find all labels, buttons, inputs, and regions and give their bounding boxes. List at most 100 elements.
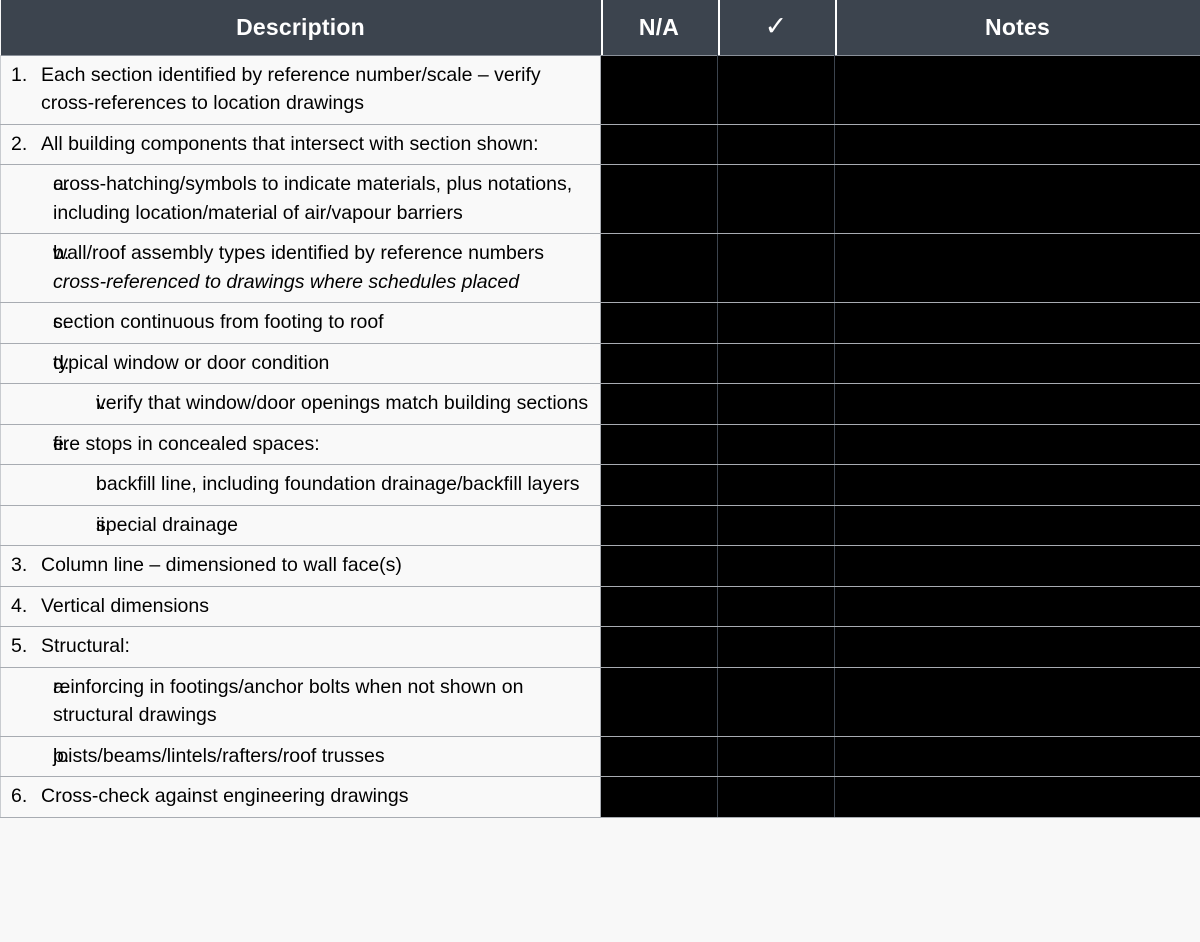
column-header-description[interactable]: Description [0, 0, 601, 55]
item-marker: 3. [11, 554, 28, 576]
cell-notes[interactable] [834, 464, 1200, 506]
item-text-plain: fire stops in concealed spaces: [53, 432, 320, 455]
cell-na[interactable] [600, 302, 718, 344]
item-text-plain: reinforcing in footings/anchor bolts whe… [53, 675, 524, 727]
item-text-plain: joists/beams/lintels/rafters/roof trusse… [53, 744, 385, 767]
item-text: Cross-check against engineering drawings [41, 782, 592, 811]
cell-check[interactable] [717, 343, 835, 384]
cell-notes[interactable] [834, 343, 1200, 384]
cell-na[interactable] [600, 424, 718, 465]
cell-notes[interactable] [834, 54, 1200, 125]
table-row: i. backfill line, including foundation dr… [0, 464, 1200, 506]
cell-notes[interactable] [834, 586, 1200, 627]
item-marker: 6. [11, 785, 28, 807]
item-text-plain: Structural: [41, 635, 130, 657]
checklist-item: 6. Cross-check against engineering drawin… [1, 782, 592, 811]
cell-check[interactable] [717, 626, 835, 668]
cell-check[interactable] [717, 776, 835, 818]
cell-check[interactable] [717, 667, 835, 737]
checklist-item: b. wall/roof assembly types identified by… [1, 239, 592, 296]
cell-check[interactable] [717, 233, 835, 303]
cell-check[interactable] [717, 424, 835, 465]
table-row: b. wall/roof assembly types identified by… [0, 233, 1200, 303]
cell-check[interactable] [717, 545, 835, 587]
item-text-emphasis: cross-referenced to drawings where sched… [53, 270, 520, 293]
checklist-item: i. backfill line, including foundation dr… [1, 470, 592, 499]
table-row: a. cross-hatching/symbols to indicate mat… [0, 164, 1200, 234]
table-body: 1. Each section identified by reference n… [0, 54, 1200, 818]
cell-check[interactable] [717, 302, 835, 344]
item-marker: a. [53, 173, 70, 195]
cell-check[interactable] [717, 505, 835, 546]
cell-check[interactable] [717, 164, 835, 234]
cell-na[interactable] [600, 667, 718, 737]
column-header-checkmark[interactable]: ✓ [717, 0, 835, 55]
cell-na[interactable] [600, 776, 718, 818]
table-row: d. typical window or door condition [0, 343, 1200, 384]
item-marker: ii. [96, 513, 111, 536]
cell-description: a. reinforcing in footings/anchor bolts w… [0, 667, 601, 737]
cell-description: i. verify that window/door openings match… [0, 383, 601, 425]
cell-notes[interactable] [834, 736, 1200, 777]
cell-description: a. cross-hatching/symbols to indicate mat… [0, 164, 601, 234]
table-row: a. reinforcing in footings/anchor bolts w… [0, 667, 1200, 737]
cell-description: d. typical window or door condition [0, 343, 601, 384]
cell-na[interactable] [600, 54, 718, 125]
item-text-plain: special drainage [96, 513, 239, 536]
cell-description: e. fire stops in concealed spaces: [0, 424, 601, 465]
cell-notes[interactable] [834, 302, 1200, 344]
cell-description: c. section continuous from footing to roo… [0, 302, 601, 344]
cell-na[interactable] [600, 233, 718, 303]
cell-notes[interactable] [834, 233, 1200, 303]
cell-notes[interactable] [834, 383, 1200, 425]
item-marker: c. [53, 311, 69, 333]
item-text: typical window or door condition [53, 349, 592, 378]
cell-notes[interactable] [834, 424, 1200, 465]
cell-na[interactable] [600, 383, 718, 425]
item-text: cross-hatching/symbols to indicate mater… [53, 170, 592, 227]
item-text: Vertical dimensions [41, 592, 592, 621]
cell-check[interactable] [717, 464, 835, 506]
cell-description: 2. All building components that intersect… [0, 124, 601, 165]
cell-na[interactable] [600, 124, 718, 165]
cell-check[interactable] [717, 383, 835, 425]
cell-na[interactable] [600, 586, 718, 627]
cell-check[interactable] [717, 124, 835, 165]
table-header: Description N/A ✓ Notes [0, 0, 1200, 55]
item-marker: 4. [11, 594, 28, 617]
checklist-item: ii. special drainage [1, 511, 592, 540]
cell-check[interactable] [717, 736, 835, 777]
cell-na[interactable] [600, 343, 718, 384]
column-header-notes[interactable]: Notes [834, 0, 1200, 55]
cell-notes[interactable] [834, 164, 1200, 234]
cell-check[interactable] [717, 54, 835, 125]
cell-na[interactable] [600, 736, 718, 777]
cell-description: 6. Cross-check against engineering drawin… [0, 776, 601, 818]
cell-notes[interactable] [834, 124, 1200, 165]
cell-check[interactable] [717, 586, 835, 627]
cell-na[interactable] [600, 505, 718, 546]
cell-notes[interactable] [834, 667, 1200, 737]
column-header-na[interactable]: N/A [600, 0, 718, 55]
table-row: ii. special drainage [0, 505, 1200, 546]
item-marker: i. [96, 473, 106, 495]
item-text: Column line – dimensioned to wall face(s… [41, 551, 592, 580]
cell-description: 1. Each section identified by reference n… [0, 54, 601, 125]
cell-notes[interactable] [834, 776, 1200, 818]
table-row: 1. Each section identified by reference n… [0, 54, 1200, 125]
item-marker: 1. [11, 63, 28, 86]
item-text: Each section identified by reference num… [41, 61, 592, 118]
cell-na[interactable] [600, 545, 718, 587]
cell-na[interactable] [600, 464, 718, 506]
item-text: section continuous from footing to roof [53, 308, 592, 337]
cell-notes[interactable] [834, 505, 1200, 546]
checklist-item: a. reinforcing in footings/anchor bolts w… [1, 673, 592, 730]
cell-notes[interactable] [834, 626, 1200, 668]
item-text-plain: typical window or door condition [53, 351, 330, 374]
cell-na[interactable] [600, 164, 718, 234]
cell-notes[interactable] [834, 545, 1200, 587]
table-row: b. joists/beams/lintels/rafters/roof trus… [0, 736, 1200, 777]
table-row: e. fire stops in concealed spaces: [0, 424, 1200, 465]
cell-na[interactable] [600, 626, 718, 668]
table-header-row: Description N/A ✓ Notes [0, 0, 1200, 55]
